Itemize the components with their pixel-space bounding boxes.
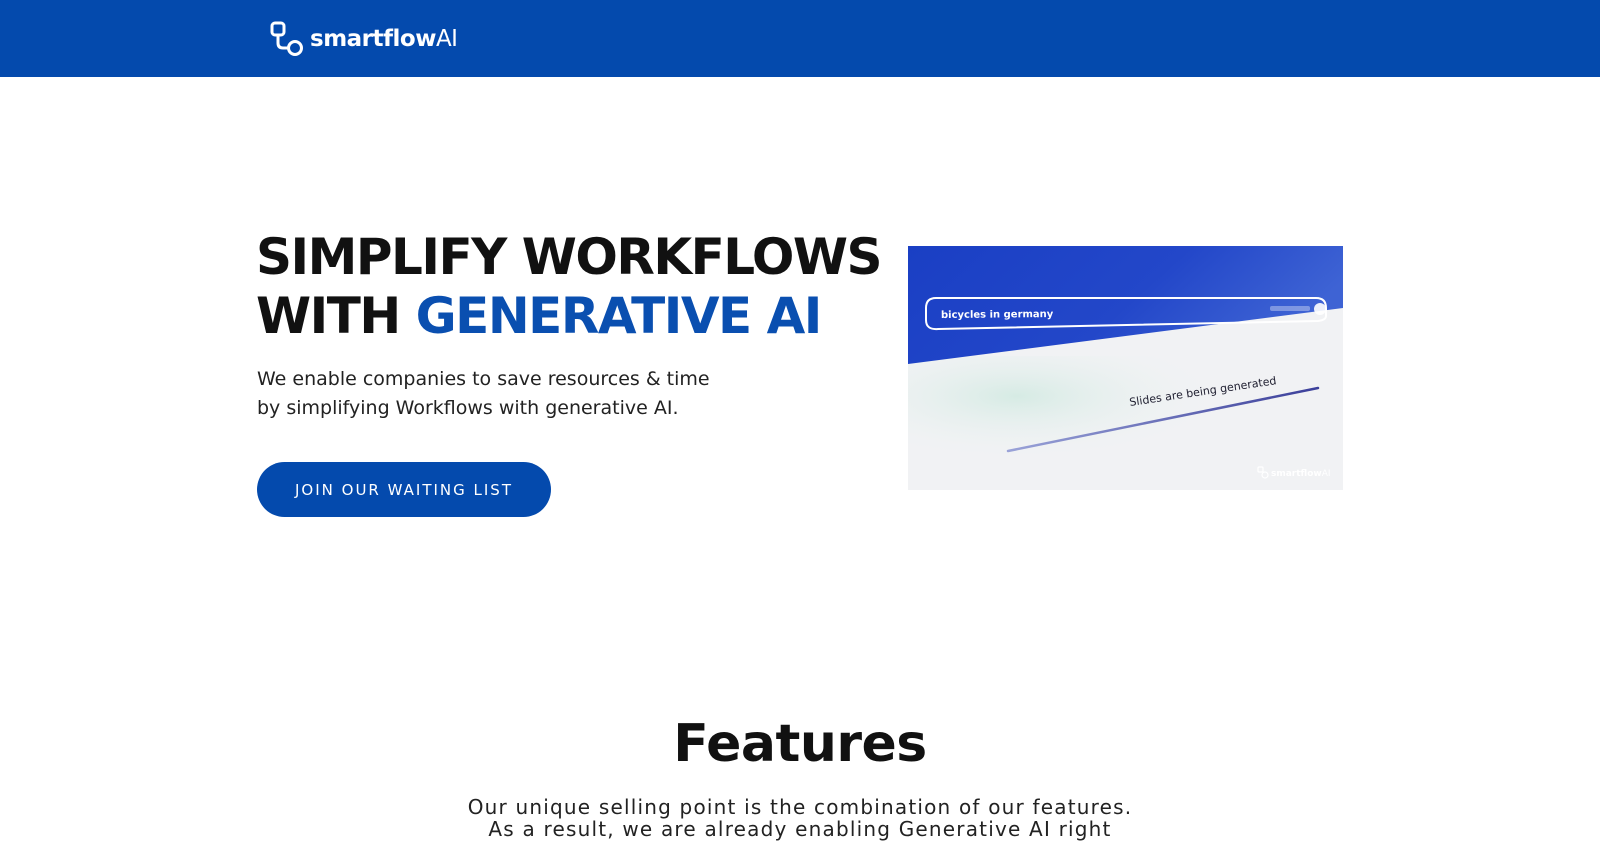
brand-name-light: AI bbox=[435, 25, 458, 52]
search-icon bbox=[1314, 303, 1326, 315]
hero-image-artwork: bicycles in germany Slides are being gen… bbox=[908, 246, 1343, 490]
features-description: Our unique selling point is the combinat… bbox=[0, 796, 1600, 840]
hero-title: SIMPLIFY WORKFLOWS WITH GENERATIVE AI bbox=[256, 228, 883, 346]
hero-image-search-query: bicycles in germany bbox=[941, 309, 1054, 321]
hero-image-watermark-bold: smartflow bbox=[1271, 469, 1322, 479]
hero-title-line2-prefix: WITH bbox=[256, 287, 416, 345]
join-waiting-list-button[interactable]: JOIN OUR WAITING LIST bbox=[257, 462, 551, 517]
hero-subtitle: We enable companies to save resources & … bbox=[257, 365, 710, 423]
svg-text:smartflowAI: smartflowAI bbox=[1271, 469, 1331, 479]
flow-nodes-icon bbox=[270, 21, 303, 56]
features-heading: Features bbox=[673, 714, 927, 774]
features-description-line1: Our unique selling point is the combinat… bbox=[467, 795, 1133, 819]
top-navigation-bar: smartflowAI bbox=[0, 0, 1600, 77]
brand-name-bold: smartflow bbox=[310, 25, 436, 52]
hero-subtitle-line2: by simplifying Workflows with generative… bbox=[257, 397, 679, 419]
hero-product-screenshot: bicycles in germany Slides are being gen… bbox=[908, 246, 1343, 490]
brand-wordmark: smartflowAI bbox=[310, 25, 458, 52]
hero-title-line1: SIMPLIFY WORKFLOWS bbox=[256, 228, 883, 286]
hero-title-accent: GENERATIVE AI bbox=[415, 287, 823, 345]
features-description-line2: As a result, we are already enabling Gen… bbox=[488, 817, 1112, 841]
brand-logo[interactable]: smartflowAI bbox=[270, 20, 458, 58]
hero-image-watermark-light: AI bbox=[1322, 469, 1331, 479]
hero-subtitle-line1: We enable companies to save resources & … bbox=[257, 368, 710, 390]
